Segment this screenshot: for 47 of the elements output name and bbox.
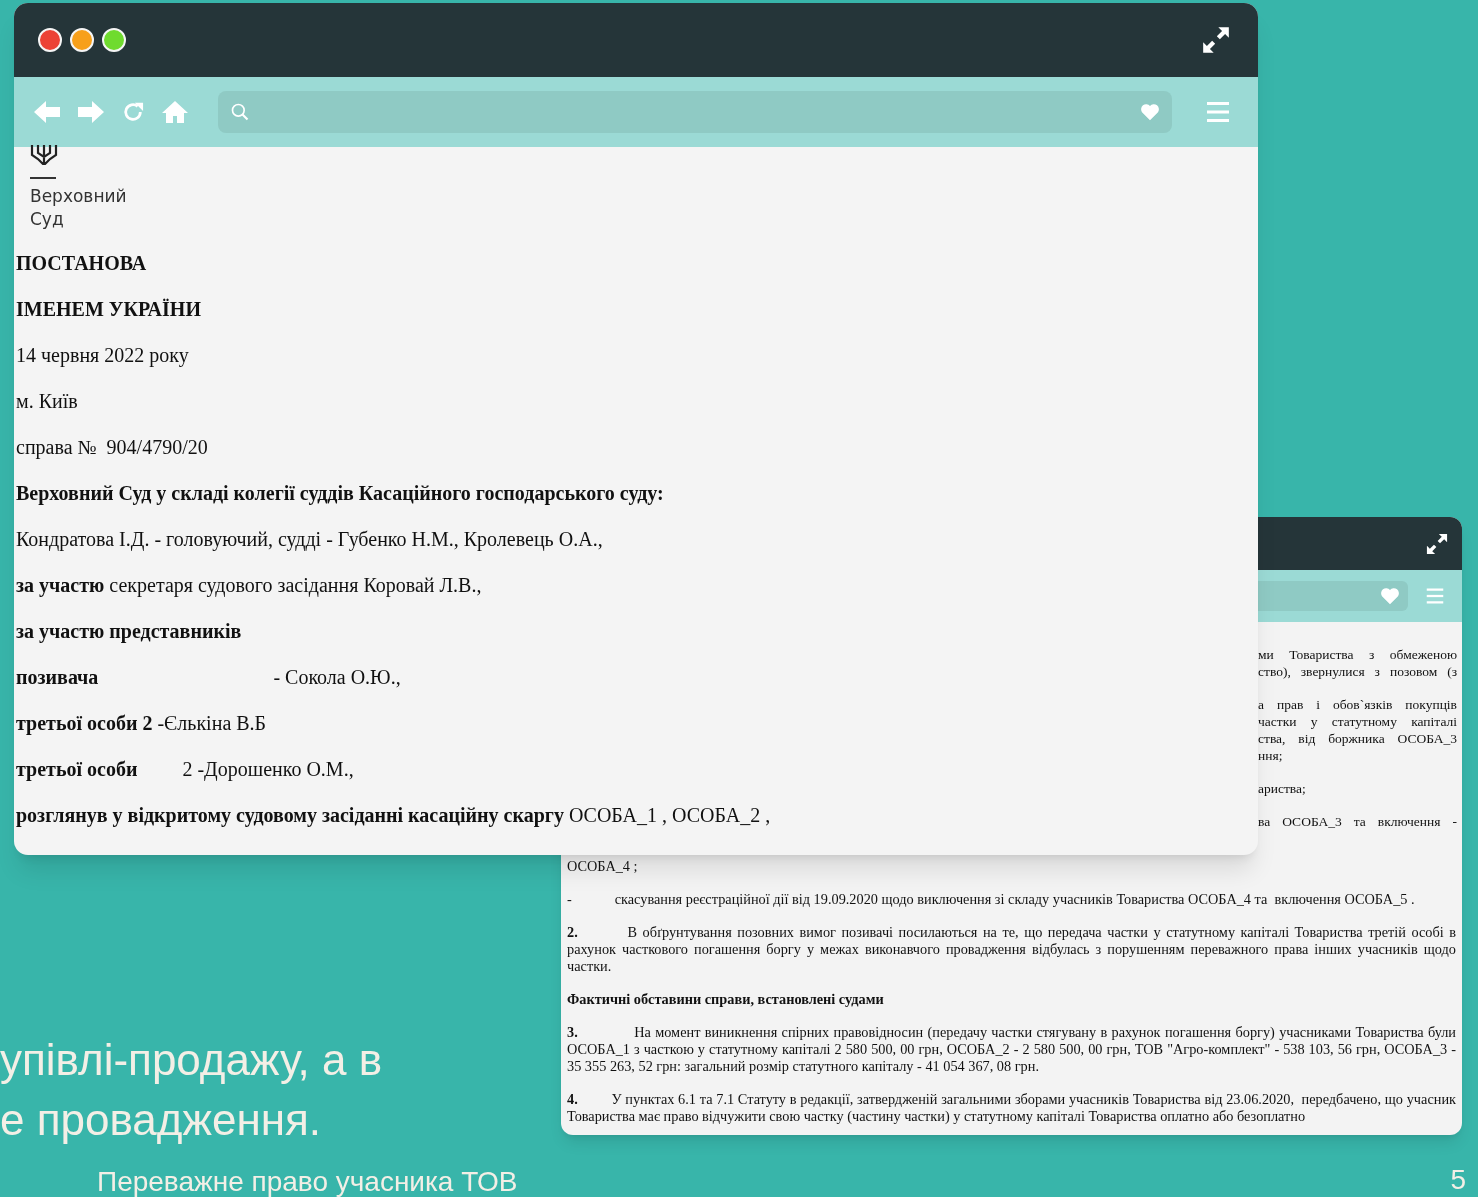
court-logo-text: Верховний — [30, 185, 127, 208]
slide-heading: е провадження. — [0, 1094, 323, 1146]
search-field[interactable] — [1258, 581, 1408, 611]
reload-icon[interactable] — [122, 101, 144, 123]
heart-icon[interactable] — [1140, 103, 1160, 121]
slide-heading: упівлі-продажу, а в — [0, 1034, 383, 1086]
search-icon — [230, 102, 250, 122]
document-heading: Фактичні обставини справи, встановлені судами — [567, 991, 885, 1008]
court-logo-text: Суд — [30, 208, 64, 231]
document-line: ариства; — [1258, 780, 1307, 797]
search-field[interactable] — [218, 91, 1172, 133]
document-line: частки у статутному капіталі — [1258, 713, 1457, 730]
slide-footer: Переважне право учасника ТОВ — [97, 1164, 518, 1197]
document-paragraph: м. Київ — [16, 389, 79, 413]
menu-icon[interactable] — [1426, 587, 1444, 605]
document-line: а прав і обов`язків покупців — [1258, 696, 1457, 713]
document-line: ства, від боржника ОСОБА_3 — [1258, 730, 1457, 747]
document-line: ство), звернулися з позовом (з — [1258, 663, 1457, 680]
trident-icon — [30, 145, 58, 165]
page-number: 5 — [1450, 1163, 1466, 1197]
expand-icon[interactable] — [1202, 26, 1230, 54]
document-paragraph: розглянув у відкритому судовому засіданні касаційну скаргу ОСОБА_1 , ОСОБА_2 , — [16, 803, 772, 827]
document-paragraph: 3. На момент виникнення спірних правовідносин (передачу частки стягувану в рахунок погашення боргу) учасниками Товариства були ОСОБА_1 з часткою у статутному капіталі 2 580 500, 00 грн, ОСОБА_2 - 2 580 500, 00 грн, ТОВ "Агро-комплект" - 538 103, 56 грн, ОСОБА_3 - 35 355 263, 52 грн: загальний розмір статутного капіталу - 41 054 367, 08 грн. — [567, 1024, 1456, 1075]
back-arrow-icon[interactable] — [34, 100, 60, 124]
document-paragraph: третьої особи 2 -Єлькіна В.Б — [16, 711, 268, 735]
document-line: ння; — [1258, 747, 1284, 764]
document-paragraph: 2. В обґрунтування позовних вимог позивачі посилаються на те, що передача частки у статутному капіталі Товариства третій особі в рахунок часткового погашення боргу у межах виконавчого провадження відбулась з порушенням переважного права інших учасників щодо частки. — [567, 924, 1456, 975]
document-line: ми Товариства з обмеженою — [1258, 646, 1457, 663]
document-paragraph: ОСОБА_4 ; — [567, 858, 639, 875]
document-paragraph: Кондратова І.Д. - головуючий, судді - Губенко Н.М., Кролевець О.А., — [16, 527, 604, 551]
document-line: ва ОСОБА_3 та включення - — [1258, 813, 1457, 830]
document-heading: ІМЕНЕМ УКРАЇНИ — [16, 297, 202, 321]
document-paragraph: третьої особи 2 -Дорошенко О.М., — [16, 757, 355, 781]
home-icon[interactable] — [162, 100, 188, 124]
document-paragraph: за участю секретаря судового засідання Коровай Л.В., — [16, 573, 483, 597]
document-heading: ПОСТАНОВА — [16, 251, 148, 275]
document-heading: за участю представників — [16, 619, 243, 643]
document-paragraph: позивача - Сокола О.Ю., — [16, 665, 402, 689]
menu-icon[interactable] — [1206, 100, 1230, 124]
document-paragraph: 4. У пунктах 6.1 та 7.1 Статуту в редакції, затвердженій загальними зборами учасників Товариства від 23.06.2020, передбачено, що учасник Товариства має право відчужити свою частку (частину частки) у статутному капіталі Товариства оплатно або безоплатно — [567, 1091, 1456, 1125]
heart-icon[interactable] — [1380, 587, 1400, 605]
expand-icon[interactable] — [1426, 532, 1448, 555]
document-paragraph: справа № 904/4790/20 — [16, 435, 209, 459]
forward-arrow-icon[interactable] — [78, 100, 104, 124]
document-paragraph: 14 червня 2022 року — [16, 343, 190, 367]
document-heading: Верховний Суд у складі колегії суддів Касаційного господарського суду: — [16, 481, 665, 505]
document-paragraph: - скасування реєстраційної дії від 19.09.2020 щодо виключення зі складу учасників Товариства ОСОБА_4 та включення ОСОБА_5 . — [567, 891, 1416, 908]
